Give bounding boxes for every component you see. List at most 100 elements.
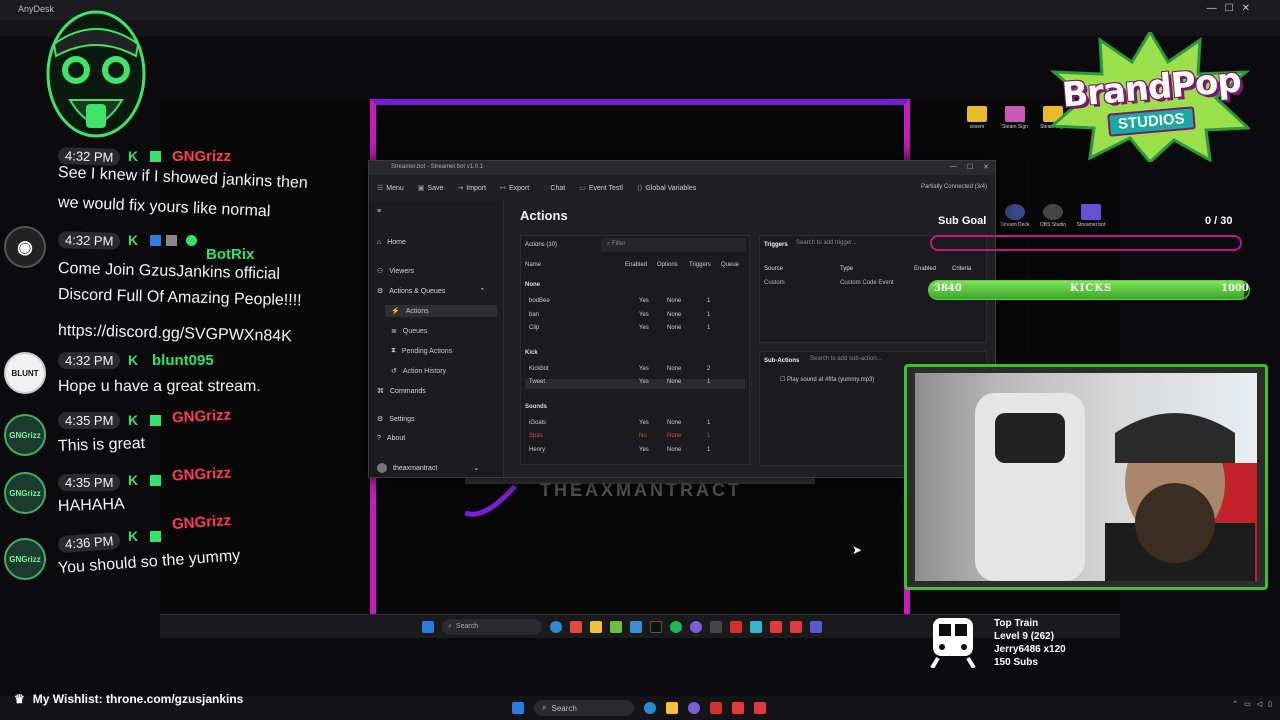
- system-tray[interactable]: ⌃ ▭ ◁ ▯: [1232, 700, 1272, 708]
- table-row[interactable]: iGoals Yes None 1: [525, 420, 745, 430]
- youtube-icon[interactable]: [790, 620, 802, 633]
- youtube-icon[interactable]: [732, 702, 744, 714]
- streamerbot-icon[interactable]: [810, 620, 822, 633]
- spotify-icon[interactable]: [670, 620, 682, 633]
- windows-start-icon[interactable]: [512, 702, 524, 714]
- windows-start-icon[interactable]: [422, 620, 434, 633]
- message-text: Hope u have a great stream.: [58, 378, 261, 395]
- maximize-icon[interactable]: ☐: [967, 163, 973, 171]
- sidebar-item-action-history[interactable]: ↺ Action History: [391, 367, 446, 376]
- sidebar-item-settings[interactable]: ⚙ Settings: [377, 415, 415, 424]
- table-row[interactable]: bodBee Yes None 1: [525, 298, 745, 308]
- close-icon[interactable]: ✕: [1242, 3, 1250, 14]
- clock[interactable]: ▯: [1268, 700, 1272, 708]
- maximize-icon[interactable]: ☐: [1225, 3, 1234, 14]
- export-button[interactable]: ↦ Export: [500, 184, 529, 192]
- window-controls[interactable]: — ☐ ✕: [950, 163, 989, 171]
- subaction-search-input[interactable]: Search to add sub-action...: [810, 356, 882, 362]
- minimize-icon[interactable]: —: [1207, 3, 1217, 14]
- sidebar-item-about[interactable]: ? About: [377, 435, 405, 442]
- sidebar-item-queues[interactable]: ≣ Queues: [391, 327, 427, 336]
- table-row[interactable]: Henry Yes None 1: [525, 447, 745, 457]
- import-button[interactable]: ⇥ Import: [457, 184, 486, 192]
- chevron-up-icon[interactable]: ⌃: [1232, 700, 1238, 708]
- column-header-options[interactable]: Options: [657, 262, 678, 268]
- avatar: GNGrizz: [4, 472, 46, 514]
- column-header-enabled[interactable]: Enabled: [625, 262, 647, 268]
- trigger-column-enabled[interactable]: Enabled: [914, 266, 936, 272]
- anydesk-icon[interactable]: [754, 702, 766, 714]
- network-icon[interactable]: ▭: [1244, 700, 1251, 708]
- column-header-name[interactable]: Name: [525, 262, 541, 268]
- edge-icon[interactable]: [550, 620, 562, 633]
- discord-icon[interactable]: [690, 620, 702, 633]
- group-header[interactable]: Kick: [525, 350, 538, 356]
- anydesk-window-controls[interactable]: — ☐ ✕: [1207, 3, 1250, 14]
- trigger-column-source[interactable]: Source: [764, 266, 783, 272]
- app-icon[interactable]: [710, 702, 722, 714]
- close-icon[interactable]: ✕: [983, 163, 989, 171]
- row-triggers: 1: [707, 325, 711, 331]
- menu-button[interactable]: ☰ Menu: [377, 184, 404, 192]
- table-row[interactable]: Clip Yes None 1: [525, 325, 745, 335]
- sidebar-item-home[interactable]: ⌂ Home: [377, 239, 406, 246]
- checkbox-icon[interactable]: ☐: [780, 377, 787, 383]
- filter-input[interactable]: ⌕ Filter: [601, 238, 746, 252]
- volume-icon[interactable]: ◁: [1257, 700, 1262, 708]
- minimize-icon[interactable]: —: [950, 163, 957, 171]
- desktop-icon-obs[interactable]: OBS Studio: [1038, 204, 1068, 228]
- folder-icon[interactable]: [590, 620, 602, 633]
- group-header[interactable]: None: [525, 282, 540, 288]
- local-search-box[interactable]: ⌕ Search: [534, 700, 634, 716]
- table-row[interactable]: ban Yes None 1: [525, 312, 745, 322]
- trigger-type[interactable]: Custom Code Event: [840, 280, 894, 286]
- sidebar-item-pending-actions[interactable]: ⧗ Pending Actions: [391, 347, 452, 355]
- app-icon[interactable]: [750, 620, 762, 633]
- trigger-source[interactable]: Custom: [764, 280, 785, 286]
- sidebar-item-commands[interactable]: ⌘ Commands: [377, 387, 426, 396]
- remote-search-box[interactable]: ⌕ Search: [442, 618, 542, 635]
- app-icon[interactable]: [730, 620, 742, 633]
- streamerbot-window[interactable]: Streamer.bot - Streamer.bot v1.0.1 — ☐ ✕…: [368, 160, 996, 478]
- desktop-icon-stream-deck[interactable]: Stream Deck: [1000, 204, 1030, 228]
- chat-button[interactable]: ◌ Chat: [543, 185, 565, 192]
- hamburger-icon[interactable]: ≡: [377, 208, 381, 215]
- table-row[interactable]: Tweet Yes None 1: [525, 379, 745, 389]
- folder-icon[interactable]: [666, 702, 678, 714]
- trigger-search-input[interactable]: Search to add trigger...: [796, 240, 857, 246]
- table-row[interactable]: Spas No None 1: [525, 433, 745, 443]
- trigger-column-criteria[interactable]: Criteria: [952, 266, 971, 272]
- edge-icon[interactable]: [644, 702, 656, 714]
- group-header[interactable]: Sounds: [525, 404, 547, 410]
- store-icon[interactable]: [630, 620, 642, 633]
- column-header-queue[interactable]: Queue: [721, 262, 739, 268]
- sidebar-item-actions-queues[interactable]: ⚙ Actions & Queues ⌃: [377, 287, 485, 296]
- sidebar-item-label: Commands: [390, 387, 426, 395]
- desktop-icon-steam-sign[interactable]: Steam Sign: [1000, 106, 1030, 130]
- connection-status[interactable]: Partially Connected (3/4): [921, 184, 987, 190]
- column-header-triggers[interactable]: Triggers: [689, 262, 711, 268]
- tiktok-icon[interactable]: [650, 620, 662, 633]
- discord-icon[interactable]: [688, 702, 700, 714]
- top-train-subs: 150 Subs: [994, 657, 1038, 668]
- subactions-label: Sub-Actions: [764, 358, 800, 364]
- message-time: 4:32 PM: [57, 231, 121, 250]
- global-variables-button[interactable]: ⟨⟩ Global Variables: [637, 184, 696, 192]
- app-icon[interactable]: [570, 620, 582, 633]
- desktop-icon-streamerbot[interactable]: Streamer.bot: [1076, 204, 1106, 228]
- app-icon[interactable]: [710, 620, 722, 633]
- nvidia-icon[interactable]: [610, 620, 622, 633]
- throne-icon: ♛: [14, 692, 25, 706]
- save-button[interactable]: ▣ Save: [418, 184, 444, 192]
- table-row[interactable]: Kickbot Yes None 2: [525, 366, 745, 376]
- sidebar-item-actions[interactable]: ⚡ Actions: [385, 305, 497, 317]
- trigger-column-type[interactable]: Type: [840, 266, 853, 272]
- desktop-icon-zesem[interactable]: zesem: [962, 106, 992, 130]
- sidebar-item-viewers[interactable]: ⚇ Viewers: [377, 267, 414, 276]
- profile-item[interactable]: theaxmantract ⌄: [377, 463, 479, 473]
- event-test-button[interactable]: ▭ Event Testl: [579, 184, 623, 192]
- subaction-item[interactable]: ☐ Play sound at #fifa (yummy.mp3): [780, 376, 874, 383]
- youtube-icon[interactable]: [770, 620, 782, 633]
- settings-icon: ⚙: [377, 416, 384, 423]
- message-username: GNGrizz: [171, 406, 232, 427]
